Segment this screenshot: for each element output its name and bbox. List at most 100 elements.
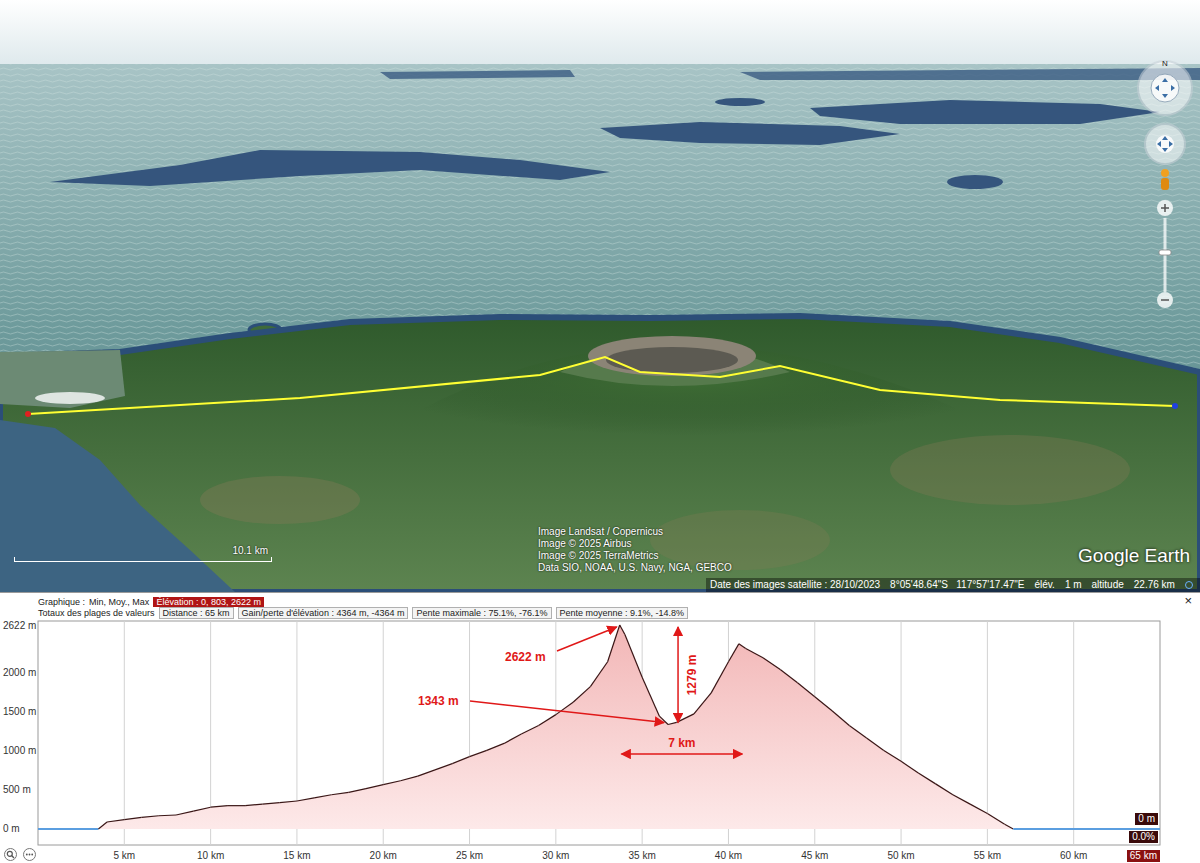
elevation-segment <box>98 822 107 829</box>
graph-stats: Min, Moy., Max <box>89 597 149 607</box>
elevation-segment <box>297 798 314 801</box>
y-tick: 1500 m <box>3 706 36 717</box>
y-tick: 2622 m <box>3 620 36 631</box>
scale-bar: 10.1 km <box>14 545 272 562</box>
elevation-segment <box>470 750 487 756</box>
depth-annotation: 1279 m <box>685 655 699 696</box>
elevation-label: élév. <box>1035 579 1055 591</box>
elevation-segment <box>314 795 331 798</box>
x-tick: 15 km <box>283 850 310 861</box>
graph-label: Graphique : <box>38 597 85 607</box>
y-tick: 2000 m <box>3 667 36 678</box>
elevation-segment <box>366 785 383 789</box>
end-elevation-badge: 0 m <box>1135 813 1158 825</box>
elevation-segment <box>780 670 797 683</box>
elevation-segment <box>867 738 884 750</box>
elevation-segment <box>728 644 738 662</box>
status-bar: Date des images satellite : 28/10/20238°… <box>706 578 1200 592</box>
chart-tools <box>4 848 36 861</box>
loading-icon <box>1185 581 1193 589</box>
path-start-marker[interactable] <box>25 411 31 417</box>
google-earth-logo: Google Earth <box>1078 545 1190 567</box>
svg-text:N: N <box>1162 59 1168 68</box>
elevation-segment <box>953 795 970 804</box>
elevation-segment <box>746 648 763 657</box>
elevation-segment <box>739 644 746 649</box>
zoom-icon[interactable] <box>4 848 17 861</box>
close-button[interactable]: × <box>1182 594 1194 608</box>
elevation-segment <box>642 677 659 716</box>
elevation-summary[interactable]: Élévation : 0, 803, 2622 m <box>153 597 264 607</box>
grid-line <box>1073 621 1074 845</box>
floor-annotation: 1343 m <box>418 694 459 708</box>
elevation-segment <box>107 820 124 822</box>
elevation-segment <box>142 816 159 818</box>
elevation-segment <box>38 828 98 830</box>
altitude-label: altitude <box>1092 579 1124 591</box>
y-tick: 0 m <box>3 823 20 834</box>
elevation-segment <box>1013 828 1160 830</box>
elevation-segment <box>159 814 176 816</box>
elevation-segment <box>711 662 728 693</box>
google-earth-window: N Image Landsat / CopernicusImage © 2025 … <box>0 0 1200 863</box>
elevation-segment <box>280 801 297 803</box>
altitude-value: 22.76 km <box>1134 579 1175 591</box>
profile-header: Graphique : Min, Moy., Max Élévation : 0, … <box>0 593 1200 619</box>
end-slope-badge: 0.0% <box>1129 831 1158 843</box>
elevation-segment <box>331 792 348 794</box>
path-end-marker[interactable] <box>1172 403 1178 409</box>
coordinates: 8°05'48.64"S 117°57'17.47"E <box>890 579 1024 591</box>
elevation-segment <box>987 813 1004 824</box>
elevation-segment <box>383 781 400 785</box>
navigation-controls[interactable]: N <box>1130 0 1200 320</box>
path-line[interactable] <box>28 357 1175 414</box>
x-tick: 55 km <box>974 850 1001 861</box>
elevation-segment <box>504 734 521 743</box>
elevation-profile-panel: Graphique : Min, Moy., Max Élévation : 0, … <box>0 592 1200 863</box>
peak-annotation: 2622 m <box>505 650 546 664</box>
annotations: 2622 m 1343 m 1279 m 7 km <box>418 627 742 754</box>
elevation-segment <box>349 789 366 793</box>
attribution-line: Image © 2025 TerraMetrics <box>538 550 732 562</box>
elevation-segment <box>418 770 435 776</box>
elevation-segment <box>228 805 245 806</box>
totals-item[interactable]: Distance : 65 km <box>159 607 234 619</box>
x-tick: 50 km <box>887 850 914 861</box>
compass[interactable]: N <box>1138 59 1192 115</box>
attribution-line: Data SIO, NOAA, U.S. Navy, NGA, GEBCO <box>538 562 732 574</box>
elevation-segment <box>815 697 832 711</box>
scale-line <box>14 557 272 562</box>
x-tick: 35 km <box>629 850 656 861</box>
elevation-value: 1 m <box>1065 579 1082 591</box>
elevation-segment <box>659 716 668 724</box>
attribution: Image Landsat / CopernicusImage © 2025 A… <box>538 526 732 574</box>
elevation-segment <box>936 784 953 795</box>
elevation-segment <box>539 715 556 726</box>
grid-line <box>987 621 988 845</box>
x-tick: 60 km <box>1060 850 1087 861</box>
elevation-segment <box>901 761 918 773</box>
elevation-chart[interactable]: 2622 m2000 m1500 m1000 m500 m0 m5 km10 k… <box>0 619 1200 863</box>
grid-line <box>124 621 125 845</box>
width-annotation: 7 km <box>668 736 695 750</box>
zoom-slider[interactable] <box>1157 200 1173 308</box>
scale-label: 10.1 km <box>232 545 272 557</box>
map-view[interactable]: N Image Landsat / CopernicusImage © 2025 … <box>0 0 1200 592</box>
elevation-segment <box>573 687 590 703</box>
totals-item[interactable]: Gain/perte d'élévation : 4364 m, -4364 m <box>238 607 409 619</box>
y-tick: 500 m <box>3 784 31 795</box>
elevation-segment <box>435 764 452 770</box>
elevation-segment <box>620 625 625 634</box>
x-tick: 40 km <box>715 850 742 861</box>
more-icon[interactable] <box>23 848 36 861</box>
pegman-icon[interactable] <box>1161 169 1169 190</box>
totals-item[interactable]: Pente moyenne : 9.1%, -14.8% <box>556 607 689 619</box>
totals-item[interactable]: Pente maximale : 75.1%, -76.1% <box>412 607 551 619</box>
elevation-segment <box>763 658 780 670</box>
x-tick: 45 km <box>801 850 828 861</box>
move-control[interactable] <box>1145 124 1185 164</box>
elevation-segment <box>452 757 469 764</box>
elevation-segment <box>245 804 262 806</box>
elevation-segment <box>176 811 193 815</box>
elevation-area <box>38 625 1160 829</box>
